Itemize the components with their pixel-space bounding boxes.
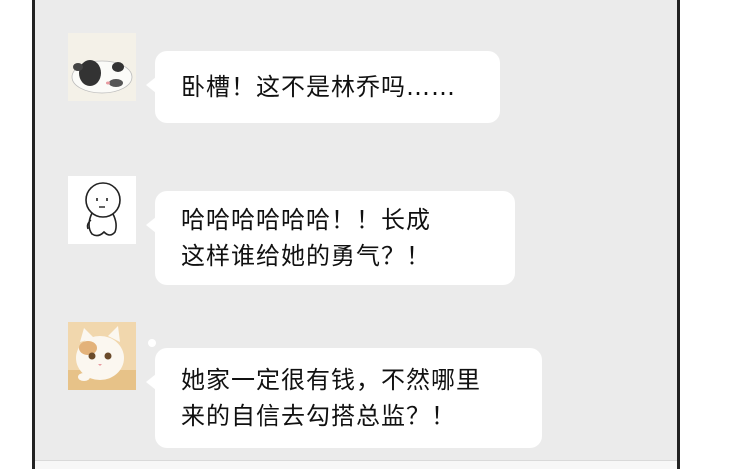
message-text-1: 卧槽！这不是林乔吗…… <box>181 73 456 101</box>
message-text-2: 哈哈哈哈哈哈！！长成 这样谁给她的勇气？！ <box>181 206 431 270</box>
message-bubble-2[interactable]: 哈哈哈哈哈哈！！长成 这样谁给她的勇气？！ <box>146 191 515 285</box>
message-bubble-3[interactable]: 她家一定很有钱，不然哪里 来的自信去勾搭总监？！ <box>146 348 542 448</box>
cat-avatar[interactable] <box>68 322 136 390</box>
panda-avatar[interactable] <box>68 33 136 101</box>
message-text-3: 她家一定很有钱，不然哪里 来的自信去勾搭总监？！ <box>181 366 481 430</box>
stick-figure-avatar[interactable] <box>68 176 136 244</box>
unread-dot <box>148 339 156 347</box>
chat-window: 卧槽！这不是林乔吗…… 哈哈哈哈哈哈！！长成 这样谁给她的勇气？！ 她家一定很有… <box>32 0 680 469</box>
message-bubble-1[interactable]: 卧槽！这不是林乔吗…… <box>146 51 500 123</box>
input-bar[interactable] <box>35 460 677 469</box>
